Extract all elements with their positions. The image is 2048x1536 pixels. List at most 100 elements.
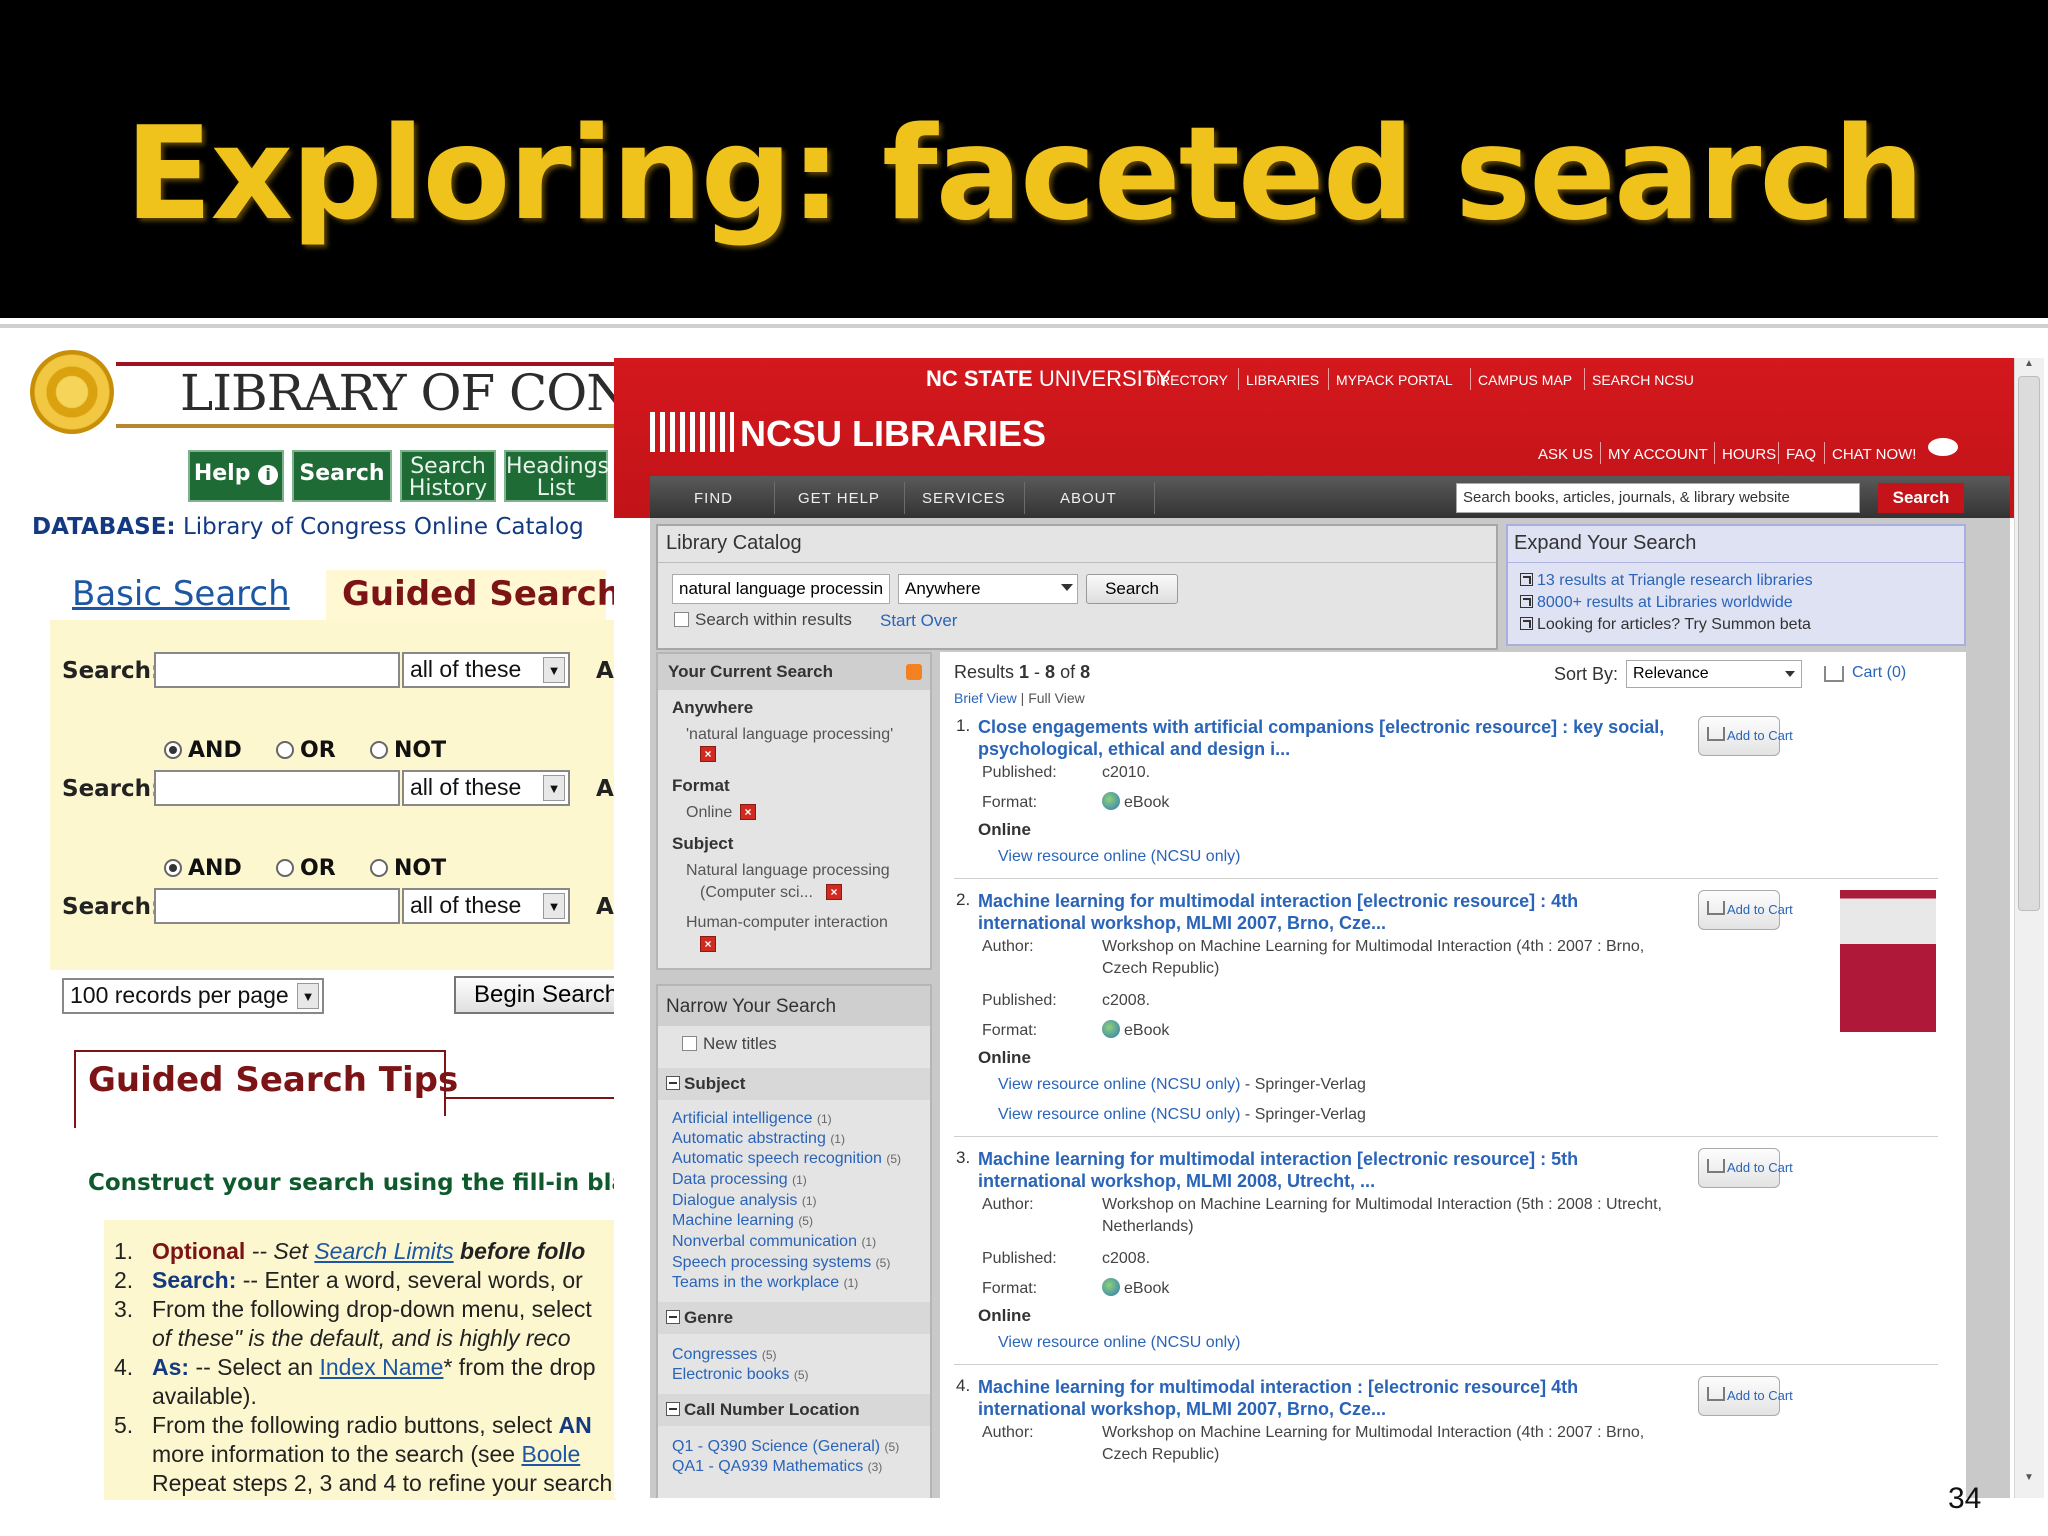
- facet-callno-toggle[interactable]: Call Number Location: [666, 1400, 860, 1420]
- search-input-1[interactable]: [154, 652, 400, 688]
- ncsu-libraries-logo[interactable]: NCSU LIBRARIES: [650, 412, 1046, 455]
- add-to-cart-button[interactable]: Add to Cart: [1698, 716, 1793, 756]
- chevron-down-icon: ▼: [543, 893, 565, 919]
- start-over-link[interactable]: Start Over: [880, 611, 957, 631]
- search-within-checkbox[interactable]: Search within results: [674, 610, 852, 630]
- boolean-link[interactable]: Boole: [521, 1441, 580, 1467]
- add-to-cart-button[interactable]: Add to Cart: [1698, 890, 1793, 930]
- facet-item[interactable]: Nonverbal communication (1): [672, 1233, 876, 1251]
- help-button[interactable]: Help i: [188, 450, 284, 502]
- top-link-directory[interactable]: DIRECTORY: [1146, 372, 1228, 388]
- facet-subject-toggle[interactable]: Subject: [666, 1074, 745, 1094]
- not-radio-2[interactable]: NOT: [370, 856, 446, 881]
- remove-icon[interactable]: ×: [700, 936, 716, 952]
- brief-view-link[interactable]: Brief View: [954, 690, 1017, 706]
- expand-link-summon[interactable]: Looking for articles? Try Summon beta: [1520, 616, 1811, 634]
- facet-item[interactable]: Congresses (5): [672, 1346, 777, 1364]
- rss-icon[interactable]: [906, 664, 922, 680]
- expand-link-worldwide[interactable]: 8000+ results at Libraries worldwide: [1520, 594, 1793, 612]
- catalog-keyword-input[interactable]: natural language processin: [672, 574, 890, 604]
- view-toggle: Brief View | Full View: [954, 690, 1085, 706]
- facet-item[interactable]: Dialogue analysis (1): [672, 1192, 817, 1210]
- facet-genre-toggle[interactable]: Genre: [666, 1308, 733, 1328]
- new-titles-checkbox[interactable]: New titles: [682, 1034, 777, 1054]
- records-per-page-select[interactable]: 100 records per page ▼: [62, 978, 324, 1014]
- begin-search-button[interactable]: Begin Search: [454, 976, 624, 1014]
- full-view-link[interactable]: Full View: [1028, 690, 1085, 706]
- site-search-input[interactable]: Search books, articles, journals, & libr…: [1456, 483, 1860, 513]
- scope-select-3[interactable]: all of these ▼: [402, 888, 570, 924]
- facet-item[interactable]: Data processing (1): [672, 1171, 807, 1189]
- facet-item[interactable]: Teams in the workplace (1): [672, 1274, 858, 1292]
- scrollbar-thumb[interactable]: [2018, 376, 2040, 911]
- nav-services[interactable]: SERVICES: [922, 490, 1006, 507]
- view-online-link[interactable]: View resource online (NCSU only): [998, 848, 1240, 866]
- facet-item[interactable]: Automatic abstracting (1): [672, 1130, 845, 1148]
- and-radio-2[interactable]: AND: [164, 856, 242, 881]
- cart-icon[interactable]: [1824, 666, 1844, 682]
- remove-icon[interactable]: ×: [700, 746, 716, 762]
- scroll-up-icon[interactable]: ▲: [2018, 358, 2040, 374]
- add-to-cart-button[interactable]: Add to Cart: [1698, 1148, 1793, 1188]
- scroll-down-icon[interactable]: ▼: [2018, 1472, 2040, 1490]
- result-title-link[interactable]: Machine learning for multimodal interact…: [978, 1376, 1678, 1420]
- expand-link-triangle[interactable]: 13 results at Triangle research librarie…: [1520, 572, 1813, 590]
- facet-item[interactable]: Electronic books (5): [672, 1366, 809, 1384]
- chat-bubble-icon[interactable]: [1928, 438, 1958, 456]
- top-link-libraries[interactable]: LIBRARIES: [1246, 372, 1319, 388]
- sort-select[interactable]: Relevance: [1626, 660, 1802, 688]
- result-title-link[interactable]: Close engagements with artificial compan…: [978, 716, 1698, 760]
- result-title-link[interactable]: Machine learning for multimodal interact…: [978, 1148, 1678, 1192]
- view-online-link[interactable]: View resource online (NCSU only) - Sprin…: [998, 1076, 1366, 1094]
- top-link-campus-map[interactable]: CAMPUS MAP: [1478, 372, 1572, 388]
- guided-search-tab[interactable]: Guided Search: [342, 574, 621, 614]
- catalog-field-select[interactable]: Anywhere: [898, 574, 1078, 604]
- headings-list-button[interactable]: Headings List: [504, 450, 609, 502]
- search-nav-button[interactable]: Search: [292, 450, 392, 502]
- divider: [1508, 562, 1964, 563]
- and-radio-1[interactable]: AND: [164, 738, 242, 763]
- not-radio-1[interactable]: NOT: [370, 738, 446, 763]
- or-radio-2[interactable]: OR: [276, 856, 336, 881]
- site-search-button[interactable]: Search: [1878, 483, 1964, 513]
- or-radio-1[interactable]: OR: [276, 738, 336, 763]
- search-input-3[interactable]: [154, 888, 400, 924]
- facet-item[interactable]: Artificial intelligence (1): [672, 1110, 832, 1128]
- ask-us-link[interactable]: ASK US: [1538, 446, 1593, 463]
- view-online-link[interactable]: View resource online (NCSU only) - Sprin…: [998, 1106, 1366, 1124]
- result-title-link[interactable]: Machine learning for multimodal interact…: [978, 890, 1678, 934]
- index-name-link[interactable]: Index Name: [319, 1354, 443, 1380]
- facet-item[interactable]: Speech processing systems (5): [672, 1254, 890, 1272]
- view-online-link[interactable]: View resource online (NCSU only): [998, 1334, 1240, 1352]
- basic-search-link[interactable]: Basic Search: [72, 574, 290, 614]
- top-link-mypack[interactable]: MYPACK PORTAL: [1336, 372, 1453, 388]
- cart-link[interactable]: Cart (0): [1852, 664, 1906, 682]
- facet-item[interactable]: QA1 - QA939 Mathematics (3): [672, 1458, 882, 1476]
- divider: [1714, 442, 1715, 464]
- remove-icon[interactable]: ×: [740, 804, 756, 820]
- add-to-cart-button[interactable]: Add to Cart: [1698, 1376, 1793, 1416]
- chat-now-link[interactable]: CHAT NOW!: [1832, 446, 1916, 463]
- facet-item[interactable]: Machine learning (5): [672, 1212, 813, 1230]
- scope-select-2[interactable]: all of these ▼: [402, 770, 570, 806]
- nav-about[interactable]: ABOUT: [1060, 490, 1117, 507]
- title-divider: [0, 324, 2048, 328]
- facet-item[interactable]: Q1 - Q390 Science (General) (5): [672, 1438, 899, 1456]
- catalog-search-button[interactable]: Search: [1086, 574, 1178, 604]
- search-input-2[interactable]: [154, 770, 400, 806]
- book-cover-image[interactable]: [1840, 890, 1936, 1032]
- current-search-title: Your Current Search: [668, 662, 834, 681]
- scope-select-1[interactable]: all of these ▼: [402, 652, 570, 688]
- collapse-icon: [666, 1310, 680, 1324]
- sort-label: Sort By:: [1554, 664, 1619, 684]
- search-limits-link[interactable]: Search Limits: [314, 1238, 453, 1264]
- facet-item[interactable]: Automatic speech recognition (5): [672, 1150, 901, 1168]
- nav-get-help[interactable]: GET HELP: [798, 490, 880, 507]
- remove-icon[interactable]: ×: [826, 884, 842, 900]
- faq-link[interactable]: FAQ: [1786, 446, 1816, 463]
- top-link-search-ncsu[interactable]: SEARCH NCSU: [1592, 372, 1694, 388]
- hours-link[interactable]: HOURS: [1722, 446, 1776, 463]
- my-account-link[interactable]: MY ACCOUNT: [1608, 446, 1708, 463]
- search-history-button[interactable]: Search History: [400, 450, 496, 502]
- nav-find[interactable]: FIND: [694, 490, 733, 507]
